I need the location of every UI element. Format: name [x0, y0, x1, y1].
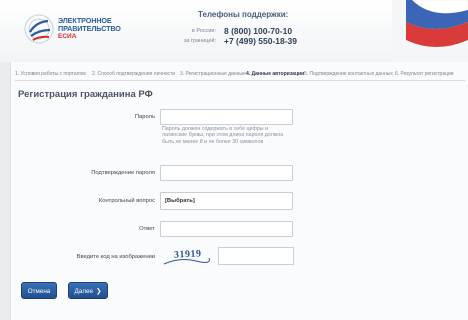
next-button[interactable]: Далее ❯	[68, 282, 108, 299]
security-question-label: Контрольный вопрос	[98, 198, 155, 204]
logo-line-3: ЕСИА	[58, 33, 77, 40]
site-header: ЭЛЕКТРОННОЕ ПРАВИТЕЛЬСТВО ЕСИА Телефоны …	[0, 0, 468, 62]
security-question-select[interactable]: [Выбрать]	[160, 192, 293, 210]
gosuslugi-emblem-icon	[24, 14, 54, 44]
step-1[interactable]: 1. Условия работы с порталом	[15, 71, 86, 77]
phone-location: за границей:	[183, 37, 216, 44]
cancel-button-label: Отмена	[27, 288, 51, 295]
answer-label: Ответ	[139, 226, 155, 232]
step-4-current: 4. Данные авторизации	[246, 71, 305, 77]
password-hint: Пароль должен содержать в себе цифры и л…	[162, 126, 284, 145]
phone-number: +7 (499) 550-18-39	[224, 35, 298, 46]
next-button-label: Далее	[74, 288, 93, 295]
step-3[interactable]: 3. Регистрационные данные	[180, 71, 246, 77]
security-question-value: [Выбрать]	[165, 198, 195, 204]
phone-row-abroad: за границей: +7 (499) 550-18-39	[178, 32, 297, 50]
step-6: 6. Результат регистрации	[395, 71, 454, 77]
logo-text: ЭЛЕКТРОННОЕ ПРАВИТЕЛЬСТВО ЕСИА	[58, 17, 121, 41]
password-field[interactable]	[160, 109, 293, 125]
logo-line-2: ПРАВИТЕЛЬСТВО	[58, 24, 121, 33]
answer-field[interactable]	[160, 221, 293, 237]
support-title: Телефоны поддержки:	[198, 10, 289, 19]
captcha-image: 31919	[162, 245, 210, 267]
captcha-input[interactable]	[218, 247, 294, 265]
confirm-password-field[interactable]	[160, 165, 293, 181]
page-title: Регистрация гражданина РФ	[18, 89, 153, 100]
russian-flag-icon	[392, 0, 468, 62]
step-5: 5. Подтверждение контактных данных	[304, 71, 393, 77]
confirm-password-label: Подтверждение пароля	[91, 170, 155, 176]
step-2[interactable]: 2. Способ подтверждения личности	[92, 71, 175, 77]
registration-steps: 1. Условия работы с порталом 2. Способ п…	[11, 68, 468, 80]
password-label: Пароль	[134, 114, 155, 120]
chevron-right-icon: ❯	[96, 288, 102, 295]
steps-divider	[15, 80, 465, 81]
captcha-label: Введите код на изображении	[76, 254, 155, 260]
captcha-noise	[163, 257, 210, 265]
cancel-button[interactable]: Отмена	[21, 282, 57, 299]
